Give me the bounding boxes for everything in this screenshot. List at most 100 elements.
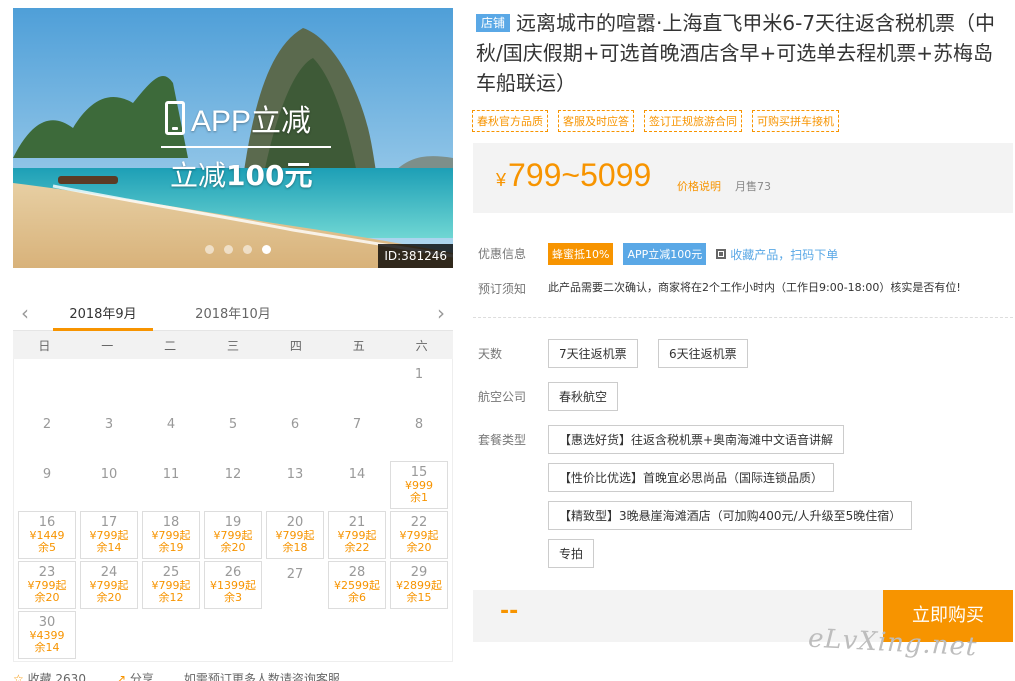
carousel-dot[interactable] [243, 245, 252, 254]
weekday-label: 一 [101, 338, 114, 353]
package-label: 套餐类型 [478, 433, 527, 447]
price-box: ¥799~5099 价格说明 月售73 [473, 143, 1013, 213]
weekday-label: 三 [226, 338, 239, 353]
day-remaining: 余14 [34, 641, 60, 654]
offers-row: 蜂蜜抵10% APP立减100元 收藏产品，扫码下单 [548, 243, 838, 265]
day-number: 30 [38, 615, 56, 630]
calendar-day [80, 361, 138, 409]
calendar-day: 12 [224, 467, 242, 482]
calendar-day-available[interactable]: 22 ¥799起 余20 [390, 511, 448, 559]
offers-label: 优惠信息 [478, 247, 527, 261]
hero-subtitle: 立减100元 [170, 154, 312, 194]
day-number: 16 [38, 515, 56, 530]
calendar-day: 1 [414, 367, 424, 382]
calendar-day-available[interactable]: 26 ¥1399起 余3 [204, 561, 262, 609]
calendar-day: 13 [286, 467, 304, 482]
calendar-day-available[interactable]: 20 ¥799起 余18 [266, 511, 324, 559]
calendar-day-available[interactable]: 17 ¥799起 余14 [80, 511, 138, 559]
share-link[interactable]: ↗ 分享 [116, 670, 154, 681]
share-label: 分享 [129, 672, 154, 681]
day-remaining: 余15 [406, 591, 432, 604]
day-remaining: 余5 [38, 541, 56, 554]
option-package-value[interactable]: 【惠选好货】往返含税机票+奥南海滩中文语音讲解 [548, 425, 845, 454]
calendar-day: 6 [290, 417, 300, 432]
price-calendar: ‹ 2018年9月 2018年10月 › 日 一 二 三 四 五 六 12345… [13, 293, 453, 662]
calendar-day: 7 [352, 417, 362, 432]
chevron-right-icon[interactable]: › [437, 301, 445, 325]
calendar-day-available[interactable]: 25 ¥799起 余12 [142, 561, 200, 609]
calendar-day-available[interactable]: 18 ¥799起 余19 [142, 511, 200, 559]
option-7-days[interactable]: 7天往返机票 [548, 339, 638, 368]
day-number: 17 [100, 515, 118, 530]
qr-order-text: 收藏产品，扫码下单 [730, 247, 839, 262]
tab-month-sept[interactable]: 2018年9月 [53, 303, 153, 331]
days-label: 天数 [478, 347, 503, 361]
calendar-day-available[interactable]: 16 ¥1449 余5 [18, 511, 76, 559]
weekday-label: 五 [352, 338, 365, 353]
star-icon: ☆ [13, 672, 24, 681]
day-number: 23 [38, 565, 56, 580]
option-package-budget[interactable]: 【性价比优选】首晚宜必思尚品（国际连锁品质） [548, 463, 835, 492]
calendar-day: 9 [42, 467, 52, 482]
option-airline[interactable]: 春秋航空 [548, 382, 619, 411]
calendar-day: 11 [162, 467, 180, 482]
day-remaining: 余19 [158, 541, 184, 554]
carousel-dot[interactable] [224, 245, 233, 254]
honey-discount-badge: 蜂蜜抵10% [548, 243, 614, 265]
day-remaining: 余14 [96, 541, 122, 554]
service-tag: 春秋官方品质 [472, 110, 548, 132]
carousel-dots [205, 245, 271, 254]
day-number: 15 [410, 465, 428, 480]
weekday-label: 二 [164, 338, 177, 353]
day-remaining: 余20 [96, 591, 122, 604]
share-icon: ↗ [115, 672, 127, 681]
favorite-link[interactable]: ☆ 收藏 2630 [13, 670, 86, 681]
hero-banner[interactable]: APP立减 立减100元 ID:381246 [13, 8, 453, 268]
monthly-sales: 月售73 [735, 180, 771, 193]
day-number: 21 [348, 515, 366, 530]
day-number: 28 [348, 565, 366, 580]
calendar-day-available[interactable]: 21 ¥799起 余22 [328, 511, 386, 559]
service-tag: 签订正规旅游合同 [644, 110, 742, 132]
calendar-day [328, 361, 386, 409]
selected-price: -- [500, 599, 519, 624]
calendar-day: 2 [42, 417, 52, 432]
calendar-day-available[interactable]: 15 ¥999 余1 [390, 461, 448, 509]
calendar-nav: ‹ 2018年9月 2018年10月 › [13, 293, 453, 331]
option-package-custom[interactable]: 专拍 [548, 539, 595, 568]
consult-link[interactable]: 如需预订更多人数请咨询客服 [184, 670, 340, 681]
day-remaining: 余20 [34, 591, 60, 604]
section-divider [473, 317, 1013, 318]
chevron-left-icon[interactable]: ‹ [21, 301, 29, 325]
tab-month-oct[interactable]: 2018年10月 [183, 303, 283, 322]
calendar-day-available[interactable]: 23 ¥799起 余20 [18, 561, 76, 609]
day-number: 18 [162, 515, 180, 530]
calendar-day-available[interactable]: 30 ¥4399 余14 [18, 611, 76, 659]
calendar-weekdays: 日 一 二 三 四 五 六 [13, 331, 453, 359]
option-6-days[interactable]: 6天往返机票 [658, 339, 748, 368]
calendar-day-available[interactable]: 24 ¥799起 余20 [80, 561, 138, 609]
price-note-link[interactable]: 价格说明 [677, 178, 721, 194]
booking-notice: 此产品需要二次确认，商家将在2个工作小时内（工作日9:00-18:00）核实是否… [548, 281, 961, 294]
calendar-day-available[interactable]: 29 ¥2899起 余15 [390, 561, 448, 609]
calendar-day [266, 361, 324, 409]
qr-order-link[interactable]: 收藏产品，扫码下单 [716, 246, 838, 263]
hero-app-title: APP立减 [165, 96, 311, 140]
calendar-grid: 1 2 3 4 5 6 7 8 9 10 11 12 13 14 15 ¥999 余1 16 ¥1449 余5 17 ¥7… [13, 359, 453, 662]
shop-tag[interactable]: 店铺 [476, 14, 511, 32]
day-number: 26 [224, 565, 242, 580]
calendar-day-available[interactable]: 28 ¥2599起 余6 [328, 561, 386, 609]
price-range: ¥799~5099 [496, 157, 651, 194]
calendar-day-available[interactable]: 19 ¥799起 余20 [204, 511, 262, 559]
price-value: 799~5099 [508, 157, 652, 193]
day-remaining: 余3 [224, 591, 242, 604]
product-title: 店铺 远离城市的喧嚣·上海直飞甲米6-7天往返含税机票（中秋/国庆假期+可选首晚酒… [476, 8, 1011, 98]
carousel-dot[interactable] [205, 245, 214, 254]
calendar-day: 14 [348, 467, 366, 482]
hero-sub-prefix: 立减 [170, 159, 227, 192]
option-package-deluxe[interactable]: 【精致型】3晚悬崖海滩酒店（可加购400元/人升级至5晚住宿） [548, 501, 913, 530]
carousel-dot-active[interactable] [262, 245, 271, 254]
notice-label: 预订须知 [478, 282, 527, 296]
service-tag: 可购买拼车接机 [752, 110, 839, 132]
day-number: 20 [286, 515, 304, 530]
